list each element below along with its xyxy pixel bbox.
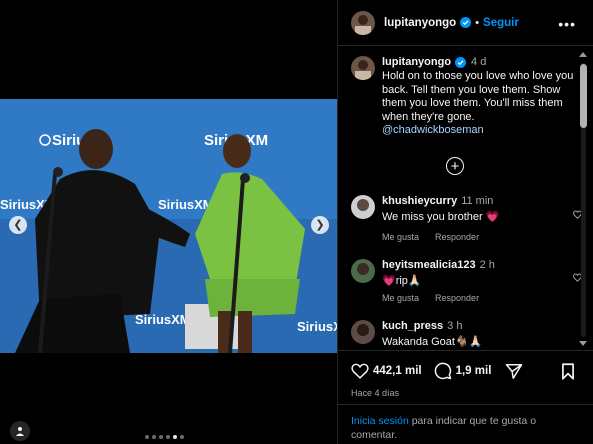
comment-like-button[interactable]: Me gusta (382, 232, 419, 242)
comment-time[interactable]: 11 min (461, 195, 493, 207)
follow-button[interactable]: Seguir (483, 17, 519, 29)
scroll-thumb[interactable] (580, 64, 587, 128)
scroll-down-arrow-icon[interactable] (579, 341, 587, 346)
post-media: Sirius SiriusXM SiriusXM SiriusXM Sirius… (0, 0, 337, 444)
profile-photo (351, 10, 375, 35)
comment-icon (434, 362, 451, 380)
comment-reply-button[interactable]: Responder (435, 293, 479, 303)
carousel-dot (152, 435, 156, 439)
next-slide-button[interactable]: ❯ (311, 216, 329, 234)
post-header: lupitanyongo • Seguir ••• (338, 0, 593, 46)
comments-section: lupitanyongo 4 d Hold on to those you lo… (338, 47, 593, 350)
comment-username[interactable]: kuch_press (382, 320, 443, 332)
caption-mention[interactable]: @chadwickboseman (382, 124, 574, 138)
author-username[interactable]: lupitanyongo (384, 17, 456, 29)
user-tag-icon (16, 427, 24, 436)
brand-text-6: SiriusXM (297, 319, 337, 334)
profile-photo (351, 195, 375, 219)
caption-body: Hold on to those you love who love you b… (382, 70, 574, 123)
send-icon (506, 363, 523, 379)
share-button[interactable] (505, 363, 523, 380)
caption-username[interactable]: lupitanyongo (382, 56, 451, 68)
comment-reply-button[interactable]: Responder (435, 232, 479, 242)
comment-username[interactable]: khushieycurry (382, 195, 457, 207)
comments-count[interactable]: 1,9 mil (456, 365, 492, 377)
plus-icon: + (450, 157, 460, 175)
separator-dot: • (475, 16, 480, 29)
chevron-right-icon: ❯ (315, 219, 325, 231)
comment-avatar[interactable] (351, 320, 375, 344)
comment-time[interactable]: 2 h (480, 259, 495, 271)
comment-username[interactable]: heyitsmealicia123 (382, 259, 476, 271)
profile-photo (351, 259, 375, 283)
caption-text: Hold on to those you love who love you b… (382, 70, 574, 138)
carousel-dot (145, 435, 149, 439)
comment-like-button[interactable]: Me gusta (382, 293, 419, 303)
bookmark-icon (562, 363, 574, 380)
comments-scrollbar[interactable] (578, 51, 588, 348)
verified-badge-icon (455, 56, 467, 68)
brand-text-4: SiriusXM (158, 197, 214, 212)
comment-time[interactable]: 3 h (447, 320, 462, 332)
carousel-dot (173, 435, 177, 439)
photo-illustration: Sirius SiriusXM SiriusXM SiriusXM Sirius… (0, 99, 337, 353)
more-options-icon[interactable]: ••• (558, 16, 576, 32)
carousel-indicator (145, 435, 184, 439)
scroll-up-arrow-icon[interactable] (579, 52, 587, 57)
avatar[interactable] (351, 10, 375, 35)
carousel-dot (166, 435, 170, 439)
carousel-dot (180, 435, 184, 439)
save-button[interactable] (561, 363, 575, 385)
profile-photo (351, 320, 375, 344)
comment-text: 💗rip🙏🏻 (382, 275, 422, 287)
caption-avatar[interactable] (351, 56, 375, 80)
comment-avatar[interactable] (351, 259, 375, 283)
tagged-users-button[interactable] (10, 421, 30, 441)
likes-count[interactable]: 442,1 mil (373, 365, 422, 377)
post-actions: 442,1 mil 1,9 mil Hace 4 días (338, 350, 593, 404)
post-date[interactable]: Hace 4 días (351, 388, 399, 398)
login-link[interactable]: Inicia sesión (351, 415, 409, 427)
heart-icon (351, 363, 369, 379)
login-prompt-text: Inicia sesión para indicar que te gusta … (351, 415, 581, 442)
comment-text: Wakanda Goat🐐🙏🏻 (382, 336, 483, 348)
profile-photo (351, 56, 375, 80)
caption-time[interactable]: 4 d (471, 56, 486, 68)
like-button[interactable]: 442,1 mil (351, 363, 422, 379)
post-panel: lupitanyongo • Seguir ••• lupitanyongo 4… (337, 0, 593, 444)
verified-badge-icon (460, 17, 472, 28)
load-more-comments-button[interactable]: + (446, 157, 464, 175)
carousel-dot (159, 435, 163, 439)
comment-button[interactable]: 1,9 mil (434, 362, 492, 380)
login-prompt: Inicia sesión para indicar que te gusta … (338, 404, 593, 444)
comment-text: We miss you brother 💗 (382, 211, 500, 223)
post-photo[interactable]: Sirius SiriusXM SiriusXM SiriusXM Sirius… (0, 99, 337, 353)
previous-slide-button[interactable]: ❮ (9, 216, 27, 234)
comment-avatar[interactable] (351, 195, 375, 219)
chevron-left-icon: ❮ (13, 219, 23, 231)
